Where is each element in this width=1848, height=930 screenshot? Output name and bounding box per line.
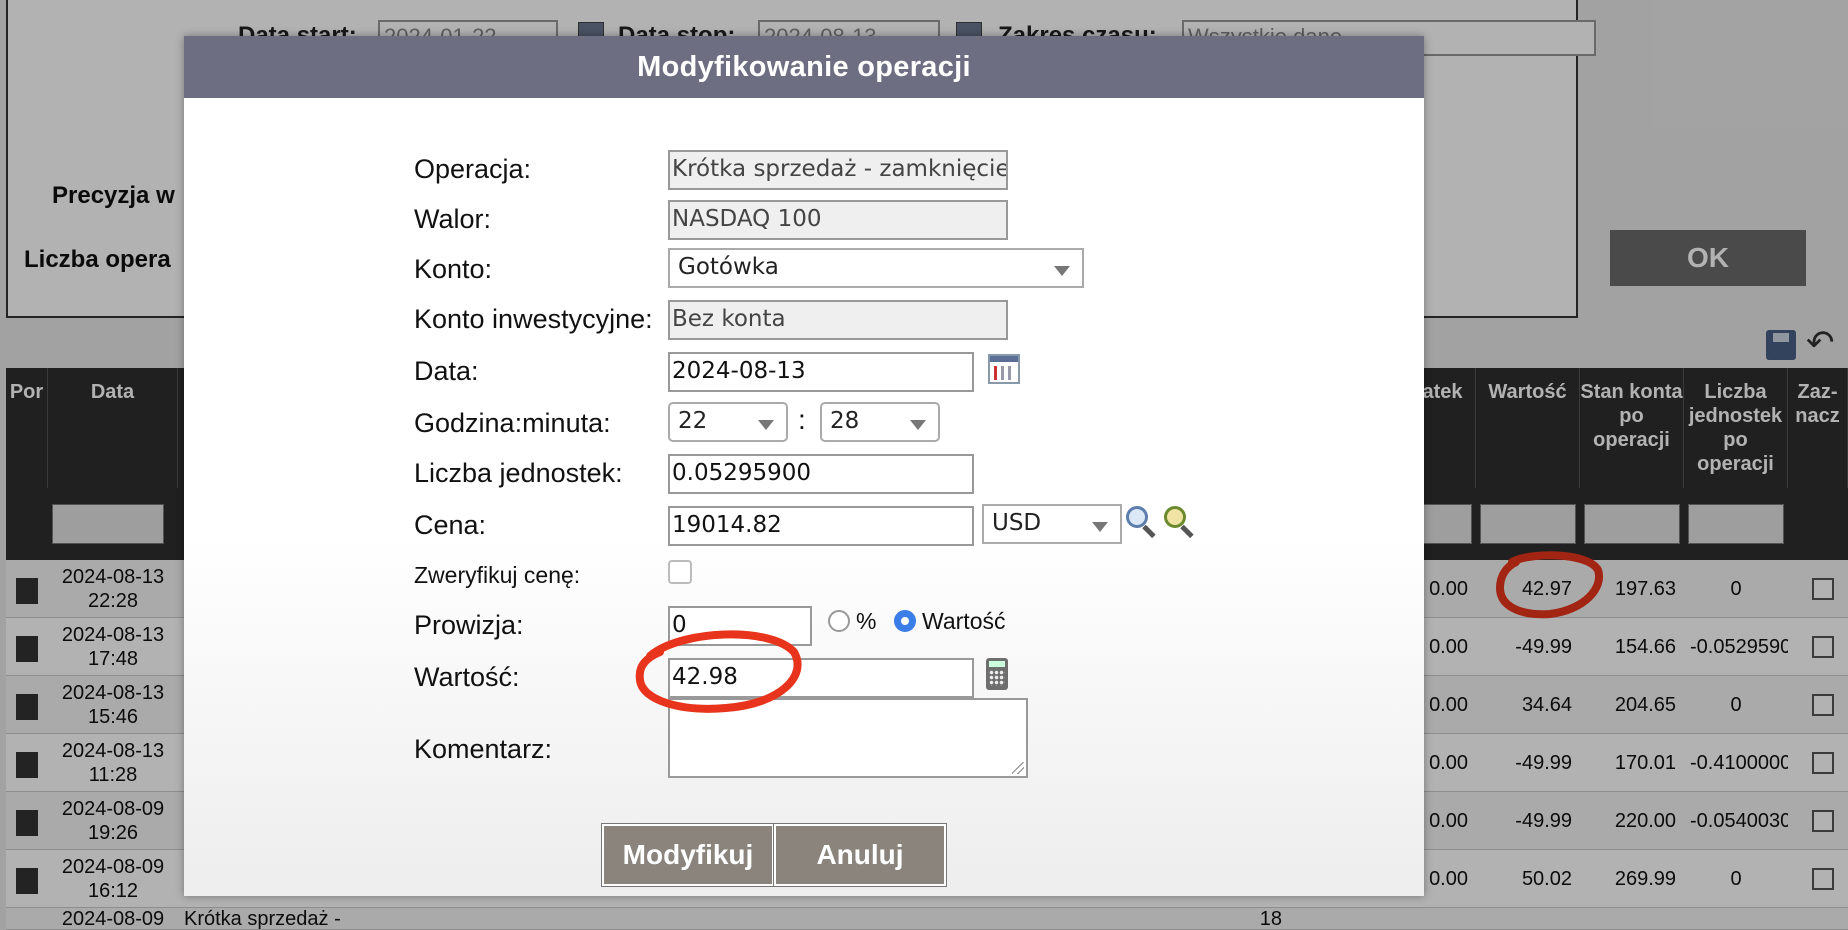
account-select-value: Gotówka	[678, 254, 779, 280]
currency-select[interactable]: USD	[982, 504, 1122, 544]
commission-label: Prowizja:	[414, 610, 524, 640]
account-label: Konto:	[414, 254, 493, 284]
modify-button[interactable]: Modyfikuj	[601, 823, 775, 887]
units-label: Liczba jednostek:	[414, 458, 623, 488]
operation-field: Krótka sprzedaż - zamknięcie	[668, 150, 1008, 190]
currency-select-value: USD	[992, 510, 1042, 536]
chevron-down-icon	[910, 420, 926, 430]
commission-input[interactable]: 0	[668, 606, 812, 646]
verify-price-label: Zweryfikuj cenę:	[414, 562, 581, 588]
invest-account-label: Konto inwestycyjne:	[414, 304, 653, 334]
value-input[interactable]: 42.98	[668, 658, 974, 698]
minute-select-value: 28	[830, 408, 860, 434]
calculator-icon[interactable]	[986, 658, 1008, 690]
cancel-button[interactable]: Anuluj	[773, 823, 947, 887]
minute-select[interactable]: 28	[820, 402, 940, 442]
asset-field: NASDAQ 100	[668, 200, 1008, 240]
time-separator: :	[798, 404, 806, 435]
time-label: Godzina:minuta:	[414, 408, 611, 438]
chevron-down-icon	[1054, 266, 1070, 276]
percent-radio-label: %	[856, 608, 877, 634]
verify-price-checkbox[interactable]	[668, 560, 692, 584]
value-radio[interactable]	[894, 610, 916, 632]
dialog-body: Operacja: Krótka sprzedaż - zamknięcie W…	[184, 98, 1424, 896]
asset-label: Walor:	[414, 204, 492, 234]
chevron-down-icon	[758, 420, 774, 430]
price-lookup-icon[interactable]	[1164, 506, 1196, 539]
hour-select[interactable]: 22	[668, 402, 788, 442]
chevron-down-icon	[1092, 522, 1108, 532]
value-radio-label: Wartość	[922, 608, 1006, 634]
operation-label: Operacja:	[414, 154, 532, 184]
price-search-icon[interactable]	[1126, 506, 1158, 539]
comment-textarea[interactable]	[668, 698, 1028, 778]
resize-grip-icon[interactable]	[1012, 762, 1024, 774]
dialog-title: Modyfikowanie operacji	[184, 36, 1424, 98]
units-input[interactable]: 0.05295900	[668, 454, 974, 494]
percent-radio[interactable]	[828, 610, 850, 632]
invest-account-field: Bez konta	[668, 300, 1008, 340]
price-input[interactable]: 19014.82	[668, 506, 974, 546]
hour-select-value: 22	[678, 408, 708, 434]
date-label: Data:	[414, 356, 479, 386]
date-input[interactable]: 2024-08-13	[668, 352, 974, 392]
modify-operation-dialog: Modyfikowanie operacji Operacja: Krótka …	[184, 36, 1424, 896]
account-select[interactable]: Gotówka	[668, 248, 1084, 288]
comment-label: Komentarz:	[414, 734, 553, 764]
price-label: Cena:	[414, 510, 487, 540]
calendar-icon[interactable]	[988, 354, 1020, 384]
value-label: Wartość:	[414, 662, 520, 692]
